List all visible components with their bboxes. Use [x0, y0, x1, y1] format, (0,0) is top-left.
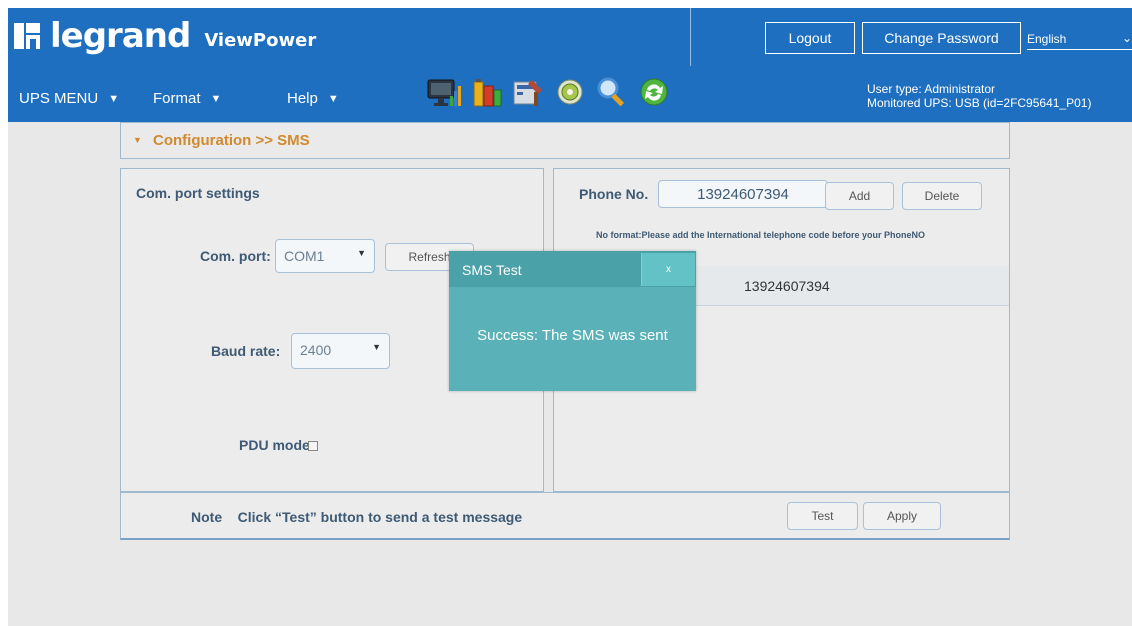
chevron-down-icon: ▼	[327, 92, 339, 105]
menu-help-label: Help	[287, 90, 318, 107]
baud-rate-select[interactable]: 2400 ▼	[291, 333, 390, 369]
legrand-logo-icon	[12, 21, 42, 51]
change-password-button[interactable]: Change Password	[862, 22, 1021, 54]
dialog-header: SMS Test x	[449, 251, 696, 287]
add-button[interactable]: Add	[825, 182, 894, 210]
user-info: User type: Administrator Monitored UPS: …	[867, 82, 1091, 110]
chevron-down-icon: ▼	[108, 92, 120, 105]
baud-rate-label: Baud rate:	[211, 343, 281, 359]
tools-icon[interactable]	[508, 74, 548, 110]
refresh-arrows-icon[interactable]	[634, 74, 674, 110]
toolbar-icons	[424, 74, 676, 110]
sms-test-dialog: SMS Test x Success: The SMS was sent	[449, 251, 696, 391]
user-type: User type: Administrator	[867, 82, 996, 96]
caret-down-icon: ▼	[133, 135, 142, 145]
brand-name: legrand	[50, 16, 191, 56]
pdu-mode-checkbox[interactable]	[308, 441, 318, 451]
language-select[interactable]: English ⌄	[1027, 31, 1132, 50]
test-note: Note Click “Test” button to send a test …	[191, 509, 523, 525]
monitor-chart-icon[interactable]	[424, 74, 464, 110]
baud-rate-value: 2400	[300, 342, 332, 358]
dialog-message: Success: The SMS was sent	[477, 327, 668, 344]
caret-down-icon: ▼	[372, 342, 381, 352]
menu-format[interactable]: Format ▼	[153, 90, 221, 107]
menu-ups-label: UPS MENU	[19, 90, 99, 107]
chevron-down-icon: ⌄	[1121, 31, 1132, 45]
delete-button[interactable]: Delete	[902, 182, 982, 210]
panel-title: Com. port settings	[136, 185, 260, 201]
close-button[interactable]: x	[641, 253, 695, 286]
magnifier-icon[interactable]	[592, 74, 632, 110]
breadcrumb: ▼ Configuration >> SMS	[120, 122, 1010, 159]
com-port-value: COM1	[284, 248, 325, 264]
brand-logo: legrand ViewPower	[8, 14, 316, 58]
app-viewport: legrand ViewPower Logout Change Password…	[8, 8, 1132, 626]
product-name: ViewPower	[204, 29, 317, 51]
monitored-ups: Monitored UPS: USB (id=2FC95641_P01)	[867, 96, 1092, 110]
top-header: legrand ViewPower Logout Change Password…	[8, 8, 1132, 122]
test-button[interactable]: Test	[787, 502, 858, 530]
menu-help[interactable]: Help ▼	[287, 90, 339, 107]
apply-button[interactable]: Apply	[863, 502, 941, 530]
settings-disc-icon[interactable]	[550, 74, 590, 110]
phone-label: Phone No.	[579, 186, 649, 202]
menu-ups[interactable]: UPS MENU ▼	[19, 90, 119, 107]
language-value: English	[1027, 32, 1067, 46]
caret-down-icon: ▼	[357, 248, 366, 258]
batteries-icon[interactable]	[466, 74, 506, 110]
phone-format-note: No format:Please add the International t…	[596, 230, 926, 240]
menu-format-label: Format	[153, 90, 201, 107]
com-port-select[interactable]: COM1 ▼	[275, 239, 375, 273]
phone-number-input[interactable]: 13924607394	[658, 180, 828, 208]
phone-list-value: 13924607394	[744, 278, 830, 294]
header-divider	[690, 8, 691, 66]
pdu-mode-label: PDU mode	[239, 437, 310, 453]
logout-button[interactable]: Logout	[765, 22, 855, 54]
breadcrumb-text: Configuration >> SMS	[153, 132, 310, 149]
chevron-down-icon: ▼	[210, 92, 222, 105]
com-port-label: Com. port:	[200, 248, 271, 264]
action-bar: Note Click “Test” button to send a test …	[120, 492, 1010, 540]
dialog-title: SMS Test	[462, 262, 522, 278]
